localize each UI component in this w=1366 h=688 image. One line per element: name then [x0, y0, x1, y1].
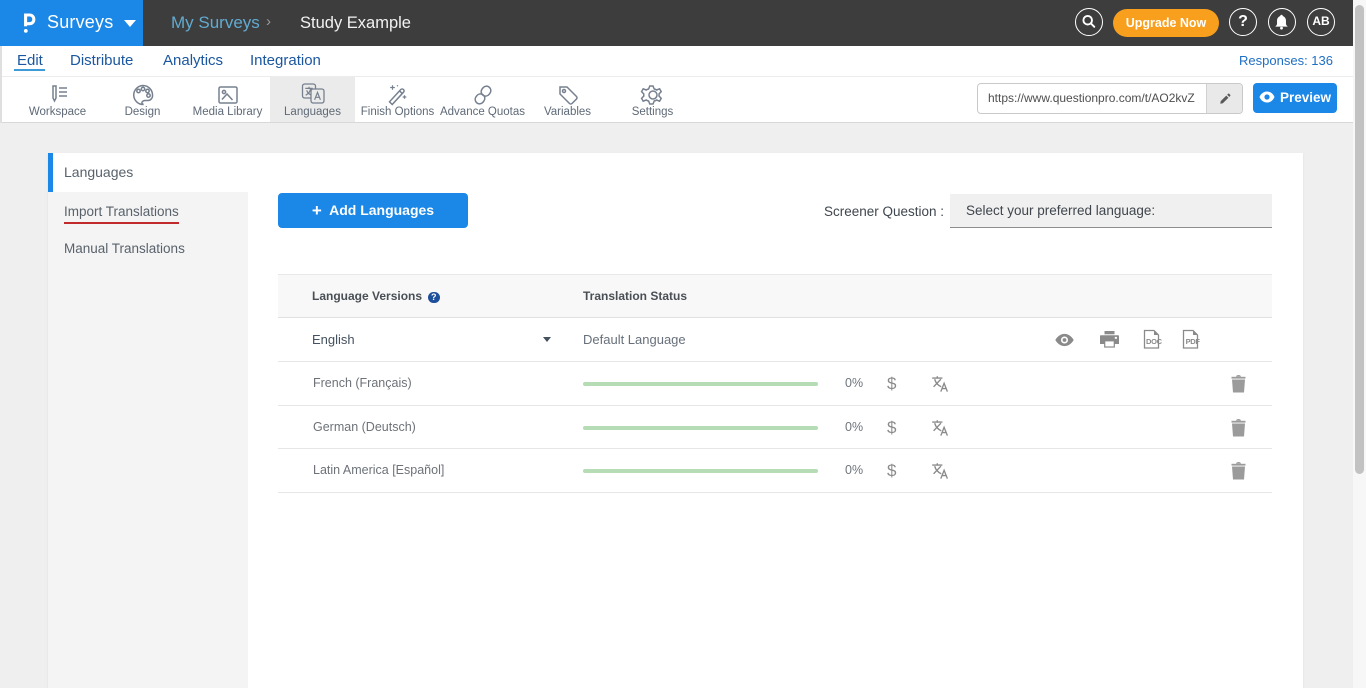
- svg-text:PDF: PDF: [1186, 337, 1201, 346]
- svg-text:DOC: DOC: [1146, 337, 1163, 346]
